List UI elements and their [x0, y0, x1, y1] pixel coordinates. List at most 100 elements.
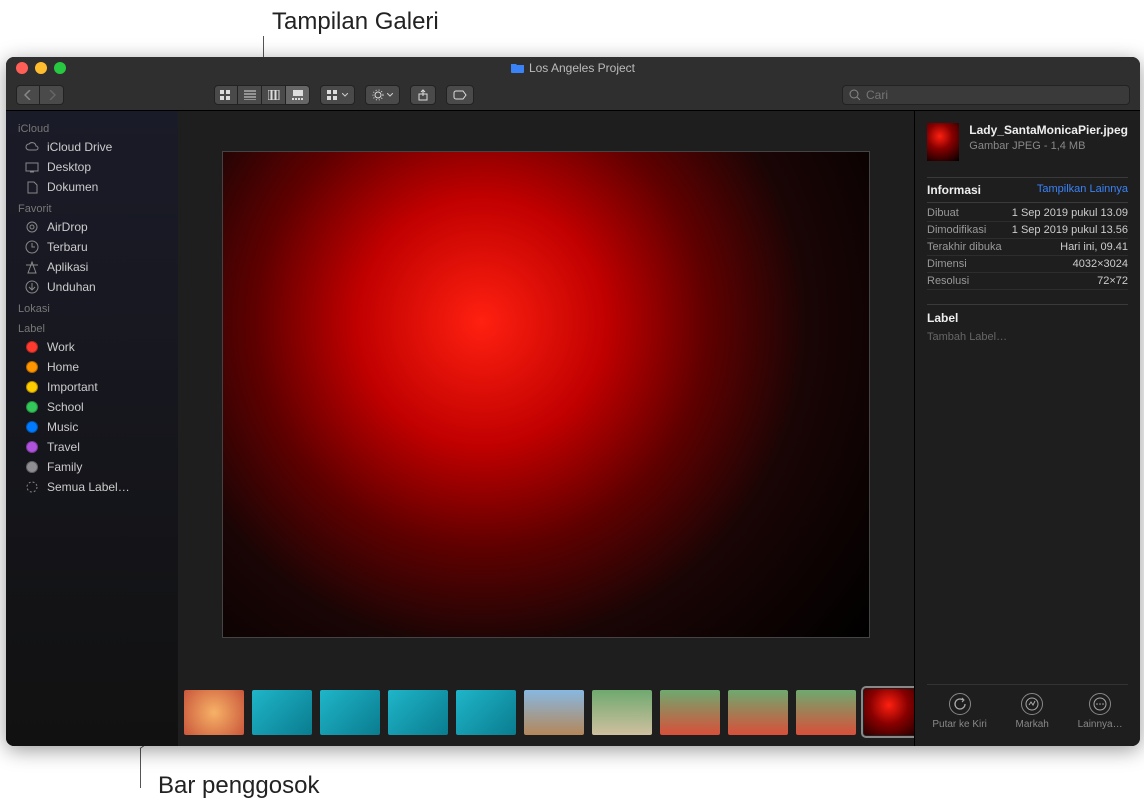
search-icon — [849, 89, 861, 101]
sidebar-item-label: Work — [47, 340, 75, 354]
sidebar-item[interactable]: Terbaru — [6, 237, 178, 257]
sidebar-item-label: AirDrop — [47, 220, 88, 234]
info-row: Terakhir dibukaHari ini, 09.41 — [927, 239, 1128, 256]
callout-scrubber-bar: Bar penggosok — [158, 772, 319, 800]
label-section-title: Label — [927, 311, 1128, 325]
sidebar-header: Label — [6, 317, 178, 337]
add-label-field[interactable]: Tambah Label… — [927, 331, 1128, 343]
info-value: 72×72 — [1097, 275, 1128, 287]
search-field[interactable] — [842, 85, 1130, 105]
tag-dot-icon — [24, 419, 40, 435]
info-key: Resolusi — [927, 275, 969, 287]
finder-window: Los Angeles Project — [6, 57, 1140, 746]
sidebar-header: iCloud — [6, 117, 178, 137]
sidebar-item-label: Terbaru — [47, 240, 88, 254]
preview-image[interactable] — [222, 151, 870, 638]
tag-dot-icon — [24, 459, 40, 475]
quick-action-more[interactable]: Lainnya… — [1078, 693, 1123, 730]
sidebar-item[interactable]: Desktop — [6, 157, 178, 177]
sidebar-item-label: Aplikasi — [47, 260, 88, 274]
window-controls — [16, 62, 66, 74]
desktop-icon — [24, 159, 40, 175]
sidebar-item-label: Semua Label… — [47, 480, 130, 494]
tag-dot-icon — [24, 359, 40, 375]
sidebar-item[interactable]: AirDrop — [6, 217, 178, 237]
back-button[interactable] — [16, 85, 40, 105]
quick-action-rotate[interactable]: Putar ke Kiri — [932, 693, 986, 730]
info-row: Dimensi4032×3024 — [927, 256, 1128, 273]
sidebar-item[interactable]: Dokumen — [6, 177, 178, 197]
icon-view-button[interactable] — [214, 85, 238, 105]
sidebar-item[interactable]: Travel — [6, 437, 178, 457]
info-row: Resolusi 72×72 — [927, 273, 1128, 290]
airdrop-icon — [24, 219, 40, 235]
quick-action-markup[interactable]: Markah — [1016, 693, 1049, 730]
sidebar-item-label: Family — [47, 460, 82, 474]
folder-icon — [511, 63, 524, 73]
info-value: 1 Sep 2019 pukul 13.09 — [1012, 207, 1128, 219]
arrange-button[interactable] — [320, 85, 355, 105]
info-key: Dimodifikasi — [927, 224, 986, 236]
sidebar-item-label: Home — [47, 360, 79, 374]
info-row: Dimodifikasi 1 Sep 2019 pukul 13.56 — [927, 222, 1128, 239]
column-view-button[interactable] — [262, 85, 286, 105]
info-value: 1 Sep 2019 pukul 13.56 — [1012, 224, 1128, 236]
sidebar-item[interactable]: Important — [6, 377, 178, 397]
sidebar-item-label: Unduhan — [47, 280, 96, 294]
close-icon[interactable] — [16, 62, 28, 74]
sidebar-item-label: Important — [47, 380, 98, 394]
info-pane: Lady_SantaMonicaPier.jpeg Gambar JPEG - … — [914, 111, 1140, 746]
thumbnail[interactable] — [796, 690, 856, 735]
minimize-icon[interactable] — [35, 62, 47, 74]
forward-button[interactable] — [40, 85, 64, 105]
action-label: Markah — [1016, 719, 1049, 730]
sidebar-item[interactable]: Aplikasi — [6, 257, 178, 277]
sidebar-item-label: Desktop — [47, 160, 91, 174]
info-row: Dibuat1 Sep 2019 pukul 13.09 — [927, 205, 1128, 222]
share-icon — [417, 89, 429, 101]
search-input[interactable] — [866, 88, 1123, 102]
sidebar-item[interactable]: Unduhan — [6, 277, 178, 297]
gallery-view-button[interactable] — [286, 85, 310, 105]
sidebar-item[interactable]: Music — [6, 417, 178, 437]
list-view-button[interactable] — [238, 85, 262, 105]
sidebar-item-label: iCloud Drive — [47, 140, 112, 154]
sidebar-item-label: Travel — [47, 440, 80, 454]
file-subtitle: Gambar JPEG - 1,4 MB — [969, 140, 1128, 152]
thumbnail[interactable] — [524, 690, 584, 735]
share-button[interactable] — [410, 85, 436, 105]
sidebar-item[interactable]: iCloud Drive — [6, 137, 178, 157]
scrubber-bar[interactable] — [178, 678, 914, 746]
thumbnail[interactable] — [660, 690, 720, 735]
zoom-icon[interactable] — [54, 62, 66, 74]
rotate-icon — [949, 693, 971, 715]
cloud-icon — [24, 139, 40, 155]
file-name: Lady_SantaMonicaPier.jpeg — [969, 123, 1128, 137]
sidebar-item[interactable]: School — [6, 397, 178, 417]
gear-icon — [372, 89, 384, 101]
sidebar: iCloud iCloud Drive Desktop Dokumen Favorit A… — [6, 111, 178, 746]
sidebar-header: Favorit — [6, 197, 178, 217]
thumbnail[interactable] — [728, 690, 788, 735]
thumbnail[interactable] — [592, 690, 652, 735]
show-more-link[interactable]: Tampilkan Lainnya — [1037, 183, 1128, 197]
toolbar — [6, 79, 1140, 111]
thumbnail[interactable] — [252, 690, 312, 735]
sidebar-item-label: Dokumen — [47, 180, 98, 194]
thumbnail[interactable] — [320, 690, 380, 735]
thumbnail[interactable] — [388, 690, 448, 735]
tags-button[interactable] — [446, 85, 474, 105]
action-button[interactable] — [365, 85, 400, 105]
sidebar-item[interactable]: Work — [6, 337, 178, 357]
thumbnail[interactable] — [456, 690, 516, 735]
sidebar-item[interactable]: Family — [6, 457, 178, 477]
info-value: 4032×3024 — [1073, 258, 1128, 270]
sidebar-item-label: Music — [47, 420, 78, 434]
callout-line — [140, 748, 141, 788]
sidebar-item[interactable]: Home — [6, 357, 178, 377]
thumbnail[interactable] — [864, 689, 914, 735]
more-icon — [1089, 693, 1111, 715]
tag-dot-icon — [24, 439, 40, 455]
thumbnail[interactable] — [184, 690, 244, 735]
sidebar-item[interactable]: Semua Label… — [6, 477, 178, 497]
